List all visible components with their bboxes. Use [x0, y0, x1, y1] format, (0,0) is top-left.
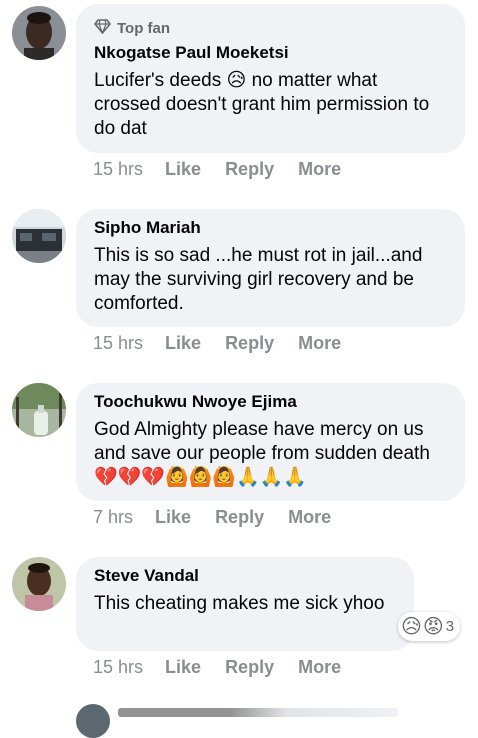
avatar[interactable] [12, 6, 66, 60]
comment-timestamp[interactable]: 15 hrs [93, 657, 143, 678]
more-button[interactable]: More [298, 333, 341, 354]
comment-actions: 15 hrs Like Reply More [93, 331, 365, 355]
reaction-count: 3 [445, 618, 455, 635]
like-button[interactable]: Like [165, 657, 201, 678]
comment-timestamp[interactable]: 7 hrs [93, 507, 133, 528]
commenter-name[interactable]: Nkogatse Paul Moeketsi [94, 42, 447, 64]
avatar[interactable] [12, 557, 66, 611]
comment-actions: 7 hrs Like Reply More [93, 505, 355, 529]
comment-text: This cheating makes me sick yhoo [94, 593, 385, 614]
more-button[interactable]: More [298, 159, 341, 180]
comment-timestamp[interactable]: 15 hrs [93, 159, 143, 180]
avatar[interactable] [12, 209, 66, 263]
reaction-emojis: 😥😡 [401, 616, 445, 638]
comment-text: This is so sad ...he must rot in jail...… [94, 245, 423, 314]
commenter-name[interactable]: Sipho Mariah [94, 217, 447, 239]
comment-actions: 15 hrs Like Reply More [93, 157, 365, 181]
badge-label: Top fan [117, 19, 171, 37]
comment-bubble: Top fan Nkogatse Paul Moeketsi Lucifer's… [76, 4, 465, 153]
reply-button[interactable]: Reply [225, 333, 274, 354]
reply-button[interactable]: Reply [225, 657, 274, 678]
like-button[interactable]: Like [155, 507, 191, 528]
diamond-icon [94, 18, 111, 38]
comment-timestamp[interactable]: 15 hrs [93, 333, 143, 354]
more-button[interactable]: More [298, 657, 341, 678]
comment-bubble: Steve Vandal This cheating makes me sick… [76, 557, 414, 651]
commenter-name[interactable]: Steve Vandal [94, 565, 396, 587]
top-fan-badge: Top fan [94, 18, 447, 38]
like-button[interactable]: Like [165, 333, 201, 354]
reply-preview-fade [118, 708, 398, 717]
reply-preview-avatar[interactable] [76, 704, 110, 738]
comment-bubble: Toochukwu Nwoye Ejima God Almighty pleas… [76, 383, 465, 501]
reply-button[interactable]: Reply [225, 159, 274, 180]
like-button[interactable]: Like [165, 159, 201, 180]
more-button[interactable]: More [288, 507, 331, 528]
reply-button[interactable]: Reply [215, 507, 264, 528]
commenter-name[interactable]: Toochukwu Nwoye Ejima [94, 391, 447, 413]
comment-text: Lucifer's deeds 😥 no matter what crossed… [94, 70, 430, 139]
reaction-summary[interactable]: 😥😡 3 [398, 612, 461, 641]
comment-bubble: Sipho Mariah This is so sad ...he must r… [76, 209, 465, 327]
comment-text: God Almighty please have mercy on us and… [94, 419, 430, 488]
comment-actions: 15 hrs Like Reply More [93, 655, 365, 679]
avatar[interactable] [12, 383, 66, 437]
